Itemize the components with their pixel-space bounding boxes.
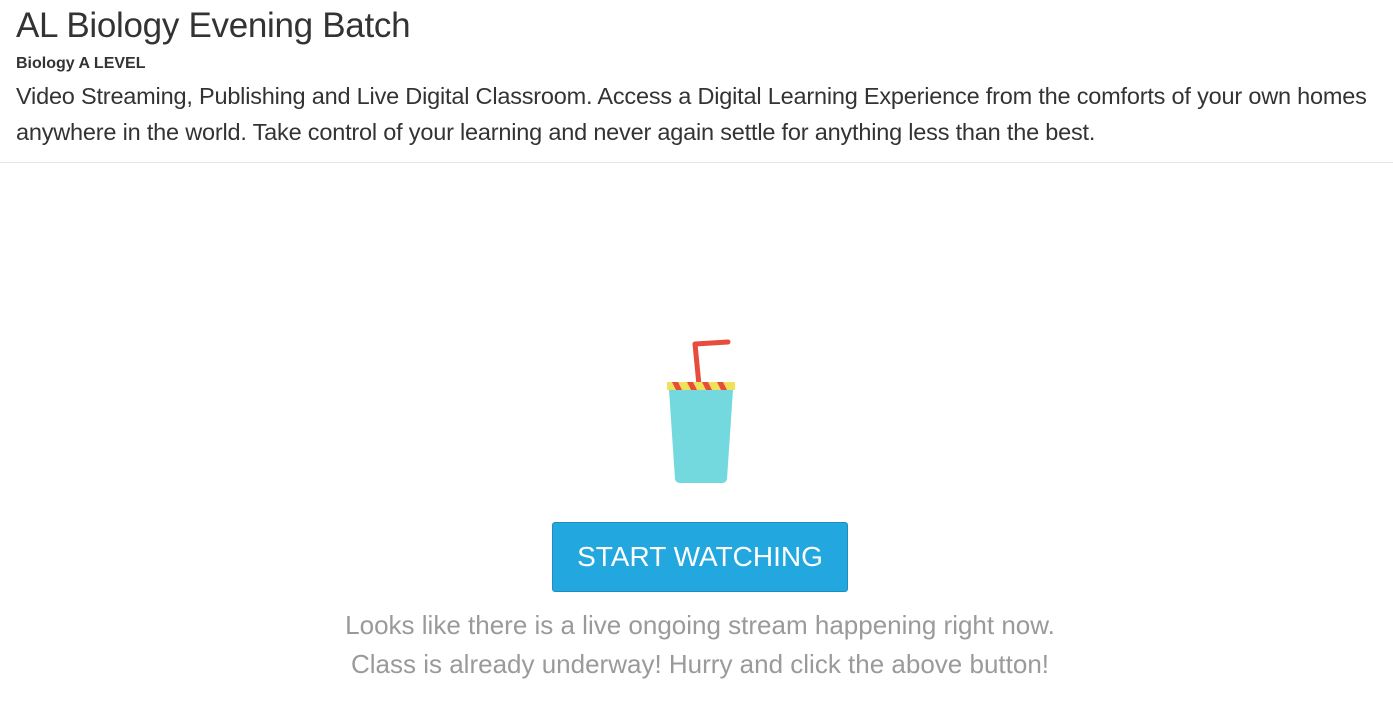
course-subtitle: Biology A LEVEL: [16, 55, 146, 72]
class-underway-text: Class is already underway! Hurry and cli…: [350, 649, 1049, 679]
course-description: Video Streaming, Publishing and Live Dig…: [16, 83, 1367, 145]
live-stream-status-text: Looks like there is a live ongoing strea…: [345, 610, 1055, 640]
course-header: AL Biology Evening Batch Biology A LEVEL…: [0, 0, 1393, 163]
page-title: AL Biology Evening Batch: [16, 6, 411, 45]
drink-cup-icon: [660, 335, 744, 487]
start-watching-button[interactable]: START WATCHING: [552, 522, 848, 592]
